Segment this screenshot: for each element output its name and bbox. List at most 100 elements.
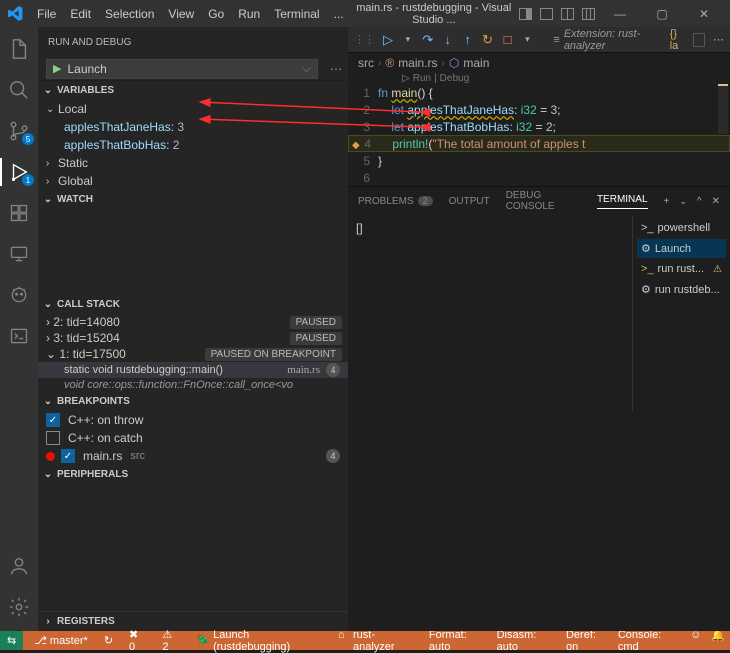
menu-view[interactable]: View (162, 4, 200, 24)
status-launch[interactable]: 🪲 Launch (rustdebugging) (191, 631, 327, 650)
search-icon[interactable] (7, 78, 31, 102)
menu-edit[interactable]: Edit (64, 4, 97, 24)
debug-stop-button[interactable]: □ (498, 29, 518, 51)
settings-gear-icon[interactable] (7, 595, 31, 619)
debug-restart-button[interactable]: ↻ (478, 29, 498, 51)
section-variables[interactable]: ⌄VARIABLES (38, 81, 348, 100)
titlebar-right: — ▢ ✕ (518, 7, 722, 21)
extensions-icon[interactable] (7, 201, 31, 225)
status-errors[interactable]: ✖ 0 (124, 631, 151, 650)
stack-frame[interactable]: void core::ops::function::FnOnce::call_o… (38, 378, 348, 392)
status-sync[interactable]: ↻ (99, 631, 118, 650)
status-format[interactable]: Format: auto (424, 629, 492, 653)
debug-step-over-button[interactable]: ↷ (418, 29, 438, 51)
layout-left-icon[interactable] (519, 8, 532, 20)
breakpoint-item[interactable]: C++: on catch (38, 429, 348, 447)
grip-icon[interactable]: ⋮⋮ (354, 33, 374, 46)
menu-file[interactable]: File (31, 4, 62, 24)
debug-more-button[interactable]: ▾ (517, 29, 537, 51)
minimize-button[interactable]: — (602, 7, 638, 21)
thread-row[interactable]: ⌄ 1: tid=17500PAUSED ON BREAKPOINT (38, 346, 348, 362)
breakpoint-item[interactable]: C++: on throw (38, 411, 348, 429)
layout-custom-icon[interactable] (582, 8, 595, 20)
gear-icon: ⚙ (641, 242, 651, 255)
status-bar: ⇆ ⎇ master* ↻ ✖ 0 ⚠ 2 🪲 Launch (rustdebu… (0, 631, 730, 650)
remote-indicator[interactable]: ⇆ (0, 631, 23, 650)
var-value-0: 3 (177, 120, 184, 134)
console-icon[interactable] (7, 324, 31, 348)
checkbox-on-icon[interactable] (46, 413, 60, 427)
remote-icon[interactable] (7, 242, 31, 266)
menu-selection[interactable]: Selection (99, 4, 160, 24)
status-rust-analyzer[interactable]: ⌂ rust-analyzer (333, 631, 418, 650)
debug-menu-button[interactable]: ▾ (398, 29, 418, 51)
codelens-run[interactable]: Run (413, 73, 431, 84)
source-control-icon[interactable]: 5 (7, 119, 31, 143)
checkbox-off-icon[interactable] (46, 431, 60, 445)
terminal-list-item[interactable]: ⚙run rustdeb... (637, 280, 726, 299)
minimap[interactable] (718, 84, 728, 134)
close-button[interactable]: ✕ (686, 7, 722, 21)
maximize-button[interactable]: ▢ (644, 7, 680, 21)
status-deref[interactable]: Deref: on (561, 629, 613, 653)
scope-global[interactable]: Global (58, 174, 93, 188)
launch-config-select[interactable]: ▶ Launch ⌵ (46, 59, 318, 79)
section-breakpoints[interactable]: ⌄BREAKPOINTS (38, 392, 348, 411)
files-icon[interactable] (7, 37, 31, 61)
maximize-panel-button[interactable]: ^ (697, 196, 702, 207)
terminal-list-item[interactable]: ⚙Launch (637, 239, 726, 258)
var-name-0: applesThatJaneHas: (64, 120, 174, 134)
layout-bottom-icon[interactable] (540, 8, 553, 20)
status-console[interactable]: Console: cmd (613, 629, 685, 653)
thread-state: PAUSED (290, 332, 342, 345)
close-panel-button[interactable]: ✕ (712, 196, 720, 207)
menu-terminal[interactable]: Terminal (268, 4, 325, 24)
editor-more-icon[interactable]: ⋯ (713, 33, 724, 46)
tab-terminal[interactable]: TERMINAL (597, 194, 648, 209)
thread-row[interactable]: › 3: tid=15204PAUSED (38, 330, 348, 346)
split-editor-icon[interactable] (693, 33, 705, 47)
menu-run[interactable]: Run (232, 4, 266, 24)
terminal-output[interactable]: [] (348, 215, 632, 411)
debug-step-into-button[interactable]: ↓ (438, 29, 458, 51)
sidebar-more-icon[interactable]: ⋯ (324, 62, 348, 76)
layout-right-icon[interactable] (561, 8, 574, 20)
menu-more[interactable]: ... (328, 4, 350, 24)
scope-local[interactable]: Local (58, 102, 87, 116)
terminal-shell-icon: >_ (641, 263, 654, 275)
breadcrumb[interactable]: src› ® main.rs› ⬡ main (348, 53, 730, 73)
play-icon: ▶ (53, 62, 61, 75)
braces-icon[interactable]: {} la (670, 28, 686, 52)
section-peripherals[interactable]: ⌄PERIPHERALS (38, 465, 348, 484)
debug-continue-button[interactable]: ▷ (378, 29, 398, 51)
run-debug-icon[interactable]: 1 (7, 160, 31, 184)
terminal-dropdown-icon[interactable]: ⌄ (679, 196, 687, 207)
menu-go[interactable]: Go (202, 4, 230, 24)
robot-icon[interactable] (7, 283, 31, 307)
terminal-list-item[interactable]: >_run rust...⚠ (637, 260, 726, 278)
checkbox-on-icon[interactable] (61, 449, 75, 463)
scope-static[interactable]: Static (58, 156, 88, 170)
breakpoint-item[interactable]: main.rssrc4 (38, 447, 348, 465)
section-callstack[interactable]: ⌄CALL STACK (38, 295, 348, 314)
terminal-list-item[interactable]: >_powershell (637, 219, 726, 237)
section-watch[interactable]: ⌄WATCH (38, 190, 348, 209)
debug-badge: 1 (22, 174, 34, 186)
status-branch[interactable]: ⎇ master* (29, 631, 93, 650)
thread-row[interactable]: › 2: tid=14080PAUSED (38, 314, 348, 330)
editor-area: ⋮⋮ ▷ ▾ ↷ ↓ ↑ ↻ □ ▾ ≡Extension: rust-anal… (348, 27, 730, 631)
activity-bar: 5 1 (0, 27, 38, 631)
codelens-debug[interactable]: Debug (440, 73, 469, 84)
tab-output[interactable]: OUTPUT (449, 196, 490, 207)
tab-debug-console[interactable]: DEBUG CONSOLE (506, 190, 581, 212)
status-disasm[interactable]: Disasm: auto (492, 629, 561, 653)
extension-tab[interactable]: ≡Extension: rust-analyzer (553, 28, 669, 52)
tab-problems[interactable]: PROBLEMS2 (358, 196, 433, 207)
code-editor[interactable]: 1fn main() { 2 let applesThatJaneHas: i3… (348, 84, 730, 186)
stack-frame[interactable]: static void rustdebugging::main()main.rs… (38, 362, 348, 378)
var-name-1: applesThatBobHas: (64, 138, 169, 152)
debug-step-out-button[interactable]: ↑ (458, 29, 478, 51)
status-warnings[interactable]: ⚠ 2 (157, 631, 185, 650)
account-icon[interactable] (7, 554, 31, 578)
new-terminal-button[interactable]: + (664, 196, 670, 207)
